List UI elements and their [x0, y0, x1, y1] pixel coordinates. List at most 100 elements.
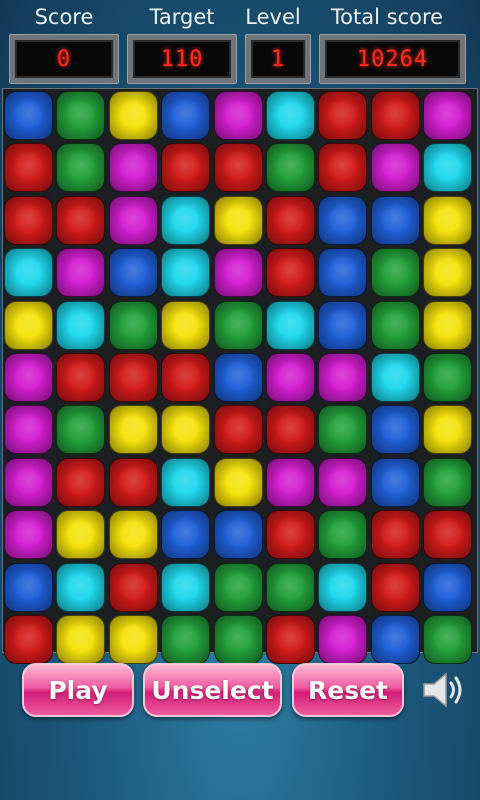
tile-green[interactable] — [423, 615, 473, 664]
tile-green[interactable] — [213, 562, 263, 612]
tile-red[interactable] — [56, 195, 106, 245]
reset-button[interactable]: Reset — [292, 663, 404, 717]
tile-blue[interactable] — [108, 248, 158, 298]
unselect-button[interactable]: Unselect — [143, 663, 282, 717]
tile-magenta[interactable] — [4, 457, 53, 507]
tile-magenta[interactable] — [213, 91, 263, 140]
play-button[interactable]: Play — [22, 663, 134, 717]
tile-yellow[interactable] — [423, 195, 473, 245]
tile-blue[interactable] — [213, 353, 263, 402]
tile-red[interactable] — [266, 615, 315, 664]
tile-magenta[interactable] — [213, 248, 263, 298]
tile-magenta[interactable] — [4, 405, 53, 455]
tile-magenta[interactable] — [4, 353, 53, 402]
tile-cyan[interactable] — [4, 248, 53, 298]
tile-red[interactable] — [161, 353, 211, 402]
tile-blue[interactable] — [318, 195, 368, 245]
tile-cyan[interactable] — [266, 91, 315, 140]
tile-yellow[interactable] — [56, 510, 106, 560]
tile-green[interactable] — [56, 405, 106, 455]
tile-magenta[interactable] — [318, 615, 368, 664]
tile-red[interactable] — [108, 457, 158, 507]
tile-yellow[interactable] — [213, 457, 263, 507]
tile-cyan[interactable] — [370, 353, 420, 402]
tile-red[interactable] — [266, 195, 315, 245]
tile-red[interactable] — [266, 510, 315, 560]
tile-cyan[interactable] — [266, 300, 315, 350]
tile-cyan[interactable] — [161, 195, 211, 245]
tile-yellow[interactable] — [108, 91, 158, 140]
tile-green[interactable] — [370, 248, 420, 298]
tile-cyan[interactable] — [423, 143, 473, 193]
tile-green[interactable] — [161, 615, 211, 664]
tile-magenta[interactable] — [4, 510, 53, 560]
tile-blue[interactable] — [370, 615, 420, 664]
tile-magenta[interactable] — [108, 143, 158, 193]
tile-red[interactable] — [108, 353, 158, 402]
tile-green[interactable] — [318, 510, 368, 560]
speaker-icon[interactable] — [420, 666, 468, 714]
tile-green[interactable] — [423, 457, 473, 507]
tile-yellow[interactable] — [423, 300, 473, 350]
tile-blue[interactable] — [4, 91, 53, 140]
tile-red[interactable] — [318, 143, 368, 193]
tile-red[interactable] — [4, 143, 53, 193]
tile-red[interactable] — [266, 405, 315, 455]
tile-yellow[interactable] — [213, 195, 263, 245]
tile-green[interactable] — [266, 143, 315, 193]
tile-magenta[interactable] — [370, 143, 420, 193]
tile-yellow[interactable] — [423, 248, 473, 298]
tile-blue[interactable] — [370, 195, 420, 245]
tile-red[interactable] — [108, 562, 158, 612]
tile-blue[interactable] — [318, 248, 368, 298]
tile-red[interactable] — [161, 143, 211, 193]
tile-magenta[interactable] — [318, 353, 368, 402]
tile-blue[interactable] — [370, 457, 420, 507]
tile-red[interactable] — [56, 353, 106, 402]
tile-magenta[interactable] — [56, 248, 106, 298]
tile-red[interactable] — [56, 457, 106, 507]
tile-cyan[interactable] — [56, 562, 106, 612]
tile-yellow[interactable] — [108, 615, 158, 664]
tile-cyan[interactable] — [161, 562, 211, 612]
tile-red[interactable] — [4, 615, 53, 664]
tile-blue[interactable] — [370, 405, 420, 455]
tile-red[interactable] — [370, 562, 420, 612]
tile-yellow[interactable] — [108, 510, 158, 560]
tile-green[interactable] — [56, 143, 106, 193]
tile-blue[interactable] — [318, 300, 368, 350]
tile-red[interactable] — [213, 143, 263, 193]
tile-cyan[interactable] — [318, 562, 368, 612]
tile-yellow[interactable] — [161, 300, 211, 350]
tile-green[interactable] — [213, 615, 263, 664]
tile-magenta[interactable] — [108, 195, 158, 245]
tile-blue[interactable] — [4, 562, 53, 612]
tile-red[interactable] — [4, 195, 53, 245]
tile-blue[interactable] — [423, 562, 473, 612]
tile-red[interactable] — [423, 510, 473, 560]
tile-green[interactable] — [318, 405, 368, 455]
tile-red[interactable] — [266, 248, 315, 298]
tile-red[interactable] — [318, 91, 368, 140]
tile-magenta[interactable] — [266, 353, 315, 402]
tile-red[interactable] — [370, 510, 420, 560]
tile-yellow[interactable] — [4, 300, 53, 350]
tile-cyan[interactable] — [161, 248, 211, 298]
tile-green[interactable] — [108, 300, 158, 350]
tile-magenta[interactable] — [318, 457, 368, 507]
tile-yellow[interactable] — [108, 405, 158, 455]
tile-red[interactable] — [370, 91, 420, 140]
tile-green[interactable] — [423, 353, 473, 402]
tile-blue[interactable] — [213, 510, 263, 560]
tile-magenta[interactable] — [266, 457, 315, 507]
tile-yellow[interactable] — [161, 405, 211, 455]
tile-yellow[interactable] — [423, 405, 473, 455]
tile-red[interactable] — [213, 405, 263, 455]
tile-green[interactable] — [213, 300, 263, 350]
tile-blue[interactable] — [161, 510, 211, 560]
tile-cyan[interactable] — [161, 457, 211, 507]
tile-magenta[interactable] — [423, 91, 473, 140]
tile-cyan[interactable] — [56, 300, 106, 350]
tile-green[interactable] — [370, 300, 420, 350]
tile-green[interactable] — [56, 91, 106, 140]
